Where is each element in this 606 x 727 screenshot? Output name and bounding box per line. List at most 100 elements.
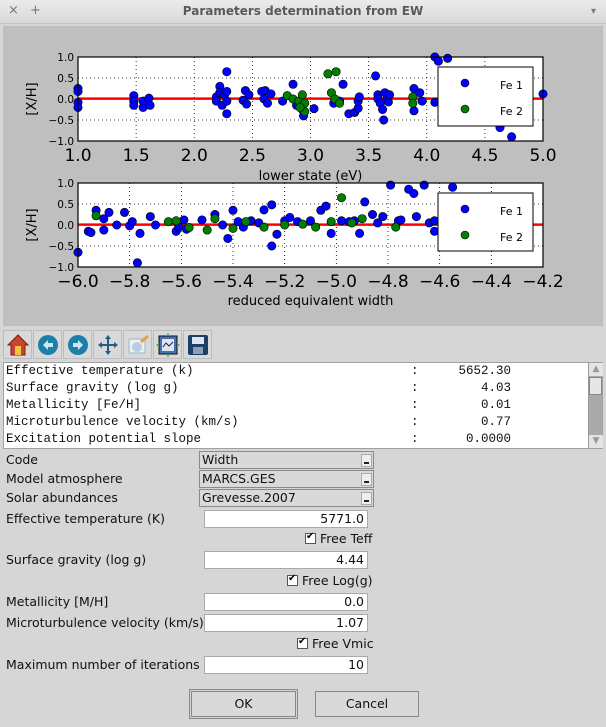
save-button[interactable] [183,330,212,359]
free-vmic-checkbox[interactable]: Free Vmic [297,636,374,651]
data-point-fe-1 [448,182,458,192]
x-tick-label: 3.0 [297,146,324,166]
metallicity-input[interactable]: 0.0 [204,593,368,611]
data-point-fe-2 [323,69,333,79]
result-row: Microturbulence velocity (km/s) : 0.77 [6,415,511,432]
data-point-fe-1 [419,180,429,190]
teff-input[interactable]: 5771.0 [204,510,368,528]
legend-label: Fe 2 [500,231,523,244]
result-row: Excitation potential slope : 0.0000 [6,432,511,449]
data-point-fe-1 [223,233,233,243]
data-point-fe-1 [288,79,298,89]
data-point-fe-1 [309,104,319,114]
chevron-down-icon[interactable] [361,454,372,467]
x-tick-label: −4.2 [522,272,563,292]
data-point-fe-1 [242,99,252,109]
data-point-fe-1 [378,212,388,222]
data-point-fe-1 [417,96,427,106]
free-teff-checkbox[interactable]: Free Teff [305,531,372,546]
y-tick-label: −0.5 [49,115,75,127]
data-point-fe-1 [132,258,142,268]
ok-button[interactable]: OK [189,689,298,719]
logg-input[interactable]: 4.44 [204,551,368,569]
metallicity-label: Metallicity [M/H] [6,594,109,609]
legend-marker [460,204,470,214]
scroll-up-icon[interactable]: ▲ [589,363,603,376]
legend-label: Fe 2 [500,105,523,118]
back-button[interactable] [33,330,62,359]
x-tick-label: −4.8 [367,272,408,292]
data-point-fe-1 [429,216,439,226]
cancel-button[interactable]: Cancel [315,691,419,717]
x-tick-label: 3.5 [355,146,382,166]
result-value: 0.01 [480,398,511,412]
data-point-fe-2 [295,102,305,112]
data-point-fe-1 [429,226,439,236]
x-tick-label: 1.5 [123,146,150,166]
data-point-fe-1 [378,105,388,115]
data-point-fe-2 [335,98,345,108]
vmic-input[interactable]: 1.07 [204,614,368,632]
data-point-fe-1 [244,90,254,100]
data-point-fe-2 [336,193,346,203]
subplots-button[interactable] [153,330,182,359]
scroll-thumb[interactable] [589,377,602,395]
data-point-fe-1 [336,216,346,226]
results-textbox[interactable]: Effective temperature (k) : 5652.30 Surf… [3,362,603,449]
results-scrollbar[interactable]: ▲ ▼ [588,363,603,448]
logg-label: Surface gravity (log g) [6,552,147,567]
data-point-fe-1 [396,215,406,225]
data-point-fe-1 [379,115,389,125]
checkbox-checked-icon[interactable] [297,636,308,649]
data-point-fe-1 [267,200,277,210]
pan-button[interactable] [93,330,122,359]
code-value: Width [202,452,239,467]
max-iterations-input[interactable]: 10 [204,656,368,674]
data-point-fe-2 [357,214,367,224]
data-point-fe-1 [262,98,272,108]
zoom-rect-button[interactable] [123,330,152,359]
home-icon [6,333,29,355]
legend-marker [460,104,470,114]
result-row: Surface gravity (log g) : 4.03 [6,381,511,398]
data-point-fe-1 [386,180,396,190]
y-tick-label: 0.0 [57,220,74,232]
data-point-fe-2 [347,218,357,228]
code-select[interactable]: Width [199,451,374,469]
x-tick-label: 1.0 [64,146,91,166]
checkbox-checked-icon[interactable] [305,531,316,544]
data-point-fe-1 [272,229,282,239]
y-axis-label: [X/H] [25,208,40,241]
zoom-rect-icon [128,334,149,353]
data-point-fe-1 [371,71,381,81]
y-tick-label: 0.5 [57,199,74,211]
data-point-fe-1 [104,207,114,217]
free-logg-checkbox[interactable]: Free Log(g) [287,573,373,588]
free-logg-label: Free Log(g) [302,573,373,588]
plot-area[interactable]: 1.0 1.5 2.0 2.5 3.0 3.5 4.0 4.5 5.0 1.0 0.5 0.0 −0.5… [3,26,603,326]
data-point-fe-1 [129,100,139,110]
result-value: 0.0000 [465,432,511,446]
chevron-down-icon[interactable] [361,473,372,486]
data-point-fe-2 [391,222,401,232]
data-point-fe-2 [202,225,212,235]
result-label: Effective temperature (k) [6,364,194,378]
y-tick-label: 0.5 [57,73,74,85]
free-vmic-label: Free Vmic [312,636,374,651]
scroll-down-icon[interactable]: ▼ [589,435,603,448]
data-point-fe-1 [360,197,370,207]
code-label: Code [6,452,39,467]
checkbox-checked-icon[interactable] [287,573,298,586]
home-button[interactable] [3,330,32,359]
data-point-fe-1 [127,217,137,227]
plots-canvas[interactable]: 1.0 1.5 2.0 2.5 3.0 3.5 4.0 4.5 5.0 1.0 0.5 0.0 −0.5… [0,0,606,330]
y-tick-label: 0.0 [57,94,74,106]
chevron-down-icon[interactable] [361,492,372,505]
solar-abundances-select[interactable]: Grevesse.2007 [199,489,374,507]
forward-button[interactable] [63,330,92,359]
y-tick-label: −1.0 [49,136,75,148]
model-atmosphere-select[interactable]: MARCS.GES [199,470,374,488]
legend-marker [460,78,470,88]
data-point-fe-1 [120,207,130,217]
data-point-fe-1 [385,90,395,100]
